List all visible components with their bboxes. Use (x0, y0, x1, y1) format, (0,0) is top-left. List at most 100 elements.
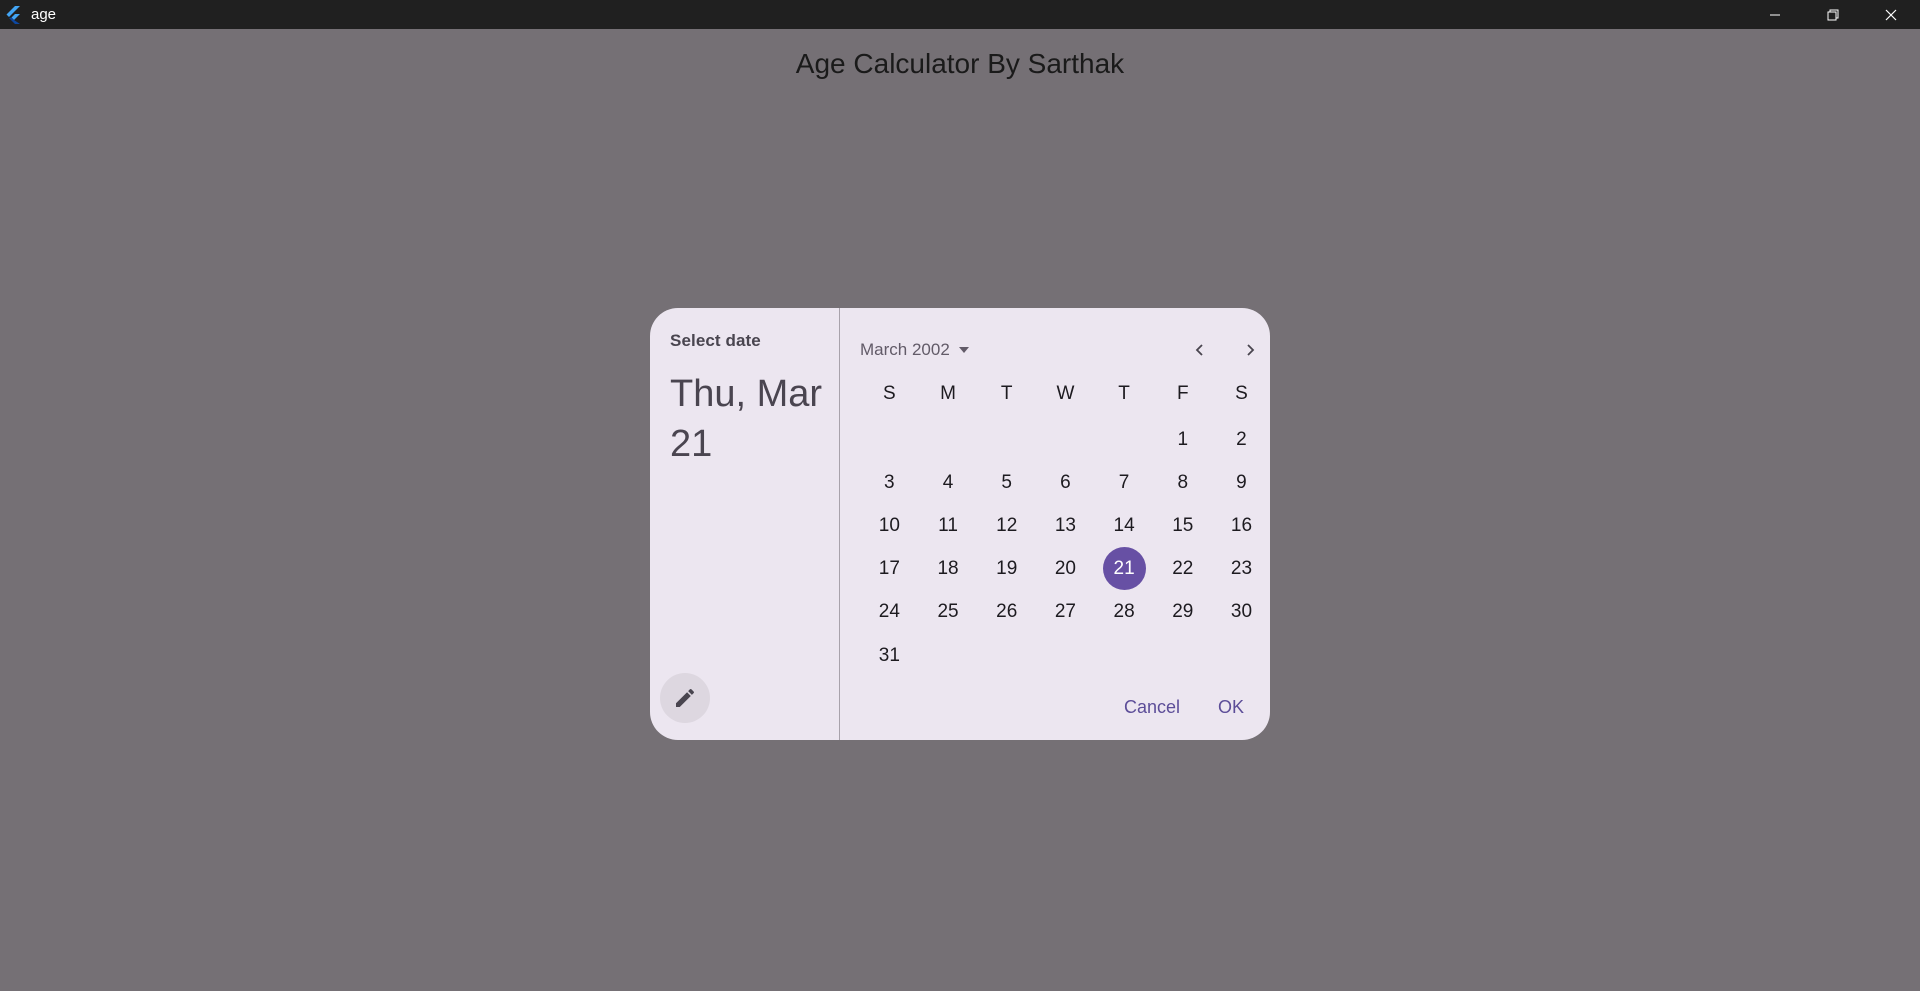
empty-day-cell (1095, 418, 1154, 461)
day-label: 4 (942, 471, 954, 493)
day-button[interactable]: 9 (1212, 461, 1270, 504)
day-label: 15 (1172, 514, 1194, 536)
dialog-actions: Cancel OK (1108, 687, 1270, 728)
day-button[interactable]: 26 (977, 590, 1036, 633)
day-label: 6 (1060, 471, 1071, 493)
day-button[interactable]: 10 (860, 504, 919, 547)
day-label: 19 (996, 557, 1018, 579)
calendar-week-row: 17 18 19 20 21 22 23 (860, 547, 1270, 590)
day-button[interactable]: 5 (977, 461, 1036, 504)
minimize-button[interactable] (1746, 0, 1804, 29)
cancel-button[interactable]: Cancel (1108, 687, 1196, 728)
day-button[interactable]: 31 (860, 634, 919, 677)
day-button[interactable]: 29 (1153, 590, 1212, 633)
empty-day-cell (860, 418, 919, 461)
date-picker-dialog: Select date Thu, Mar 21 March 2002 S M T… (650, 308, 1270, 740)
empty-day-cell (977, 634, 1036, 677)
day-label: 7 (1118, 471, 1130, 493)
month-year-label: March 2002 (860, 340, 950, 359)
day-button[interactable]: 2 (1212, 418, 1270, 461)
day-button[interactable]: 20 (1036, 547, 1095, 590)
day-button[interactable]: 16 (1212, 504, 1270, 547)
day-button[interactable]: 24 (860, 590, 919, 633)
day-button[interactable]: 15 (1153, 504, 1212, 547)
empty-day-cell (1036, 418, 1095, 461)
previous-month-button[interactable] (1180, 330, 1220, 370)
day-button[interactable]: 3 (860, 461, 919, 504)
day-label: 11 (938, 514, 958, 536)
minimize-icon (1770, 14, 1780, 15)
empty-day-cell (919, 418, 978, 461)
day-label: 14 (1113, 514, 1135, 536)
close-icon (1885, 9, 1897, 20)
window-titlebar: age (0, 0, 1920, 29)
day-button[interactable]: 17 (860, 547, 919, 590)
date-picker-header: Select date Thu, Mar 21 (650, 308, 840, 740)
app-heading: Age Calculator By Sarthak (795, 48, 1125, 79)
dialog-help-text: Select date (670, 331, 761, 350)
day-label: 24 (878, 600, 900, 622)
day-button[interactable]: 1 (1153, 418, 1212, 461)
empty-day-cell (1153, 634, 1212, 677)
day-label: 20 (1054, 557, 1076, 579)
day-button[interactable]: 11 (919, 504, 978, 547)
weekday-header-row: SMTWTFS (860, 374, 1270, 414)
calendar-week-row: 3 4 5 6 7 8 9 (860, 461, 1270, 504)
calendar-week-row: 31 (860, 634, 1270, 677)
day-label: 31 (878, 644, 900, 666)
day-button[interactable]: 12 (977, 504, 1036, 547)
day-button[interactable]: 23 (1212, 547, 1270, 590)
month-year-dropdown[interactable]: March 2002 (860, 330, 970, 370)
day-label: 30 (1230, 600, 1253, 622)
close-button[interactable] (1862, 0, 1920, 29)
day-button[interactable]: 28 (1095, 590, 1154, 633)
weekday-label: S (1235, 383, 1248, 404)
day-label: 9 (1236, 471, 1247, 493)
day-label: 13 (1054, 514, 1076, 536)
triangle-down-icon (958, 347, 969, 353)
weekday-label: W (1056, 383, 1075, 404)
day-label: 2 (1236, 428, 1247, 450)
day-label: 17 (878, 557, 900, 579)
day-button[interactable]: 8 (1153, 461, 1212, 504)
window-controls (1746, 0, 1920, 29)
day-button[interactable]: 13 (1036, 504, 1095, 547)
day-label: 22 (1172, 557, 1194, 579)
month-navigation: March 2002 (840, 330, 1270, 370)
day-label: 27 (1054, 600, 1076, 622)
weekday-label: T (1118, 383, 1130, 404)
next-month-button[interactable] (1230, 330, 1270, 370)
calendar-week-row: 10 11 12 13 14 15 16 (860, 504, 1270, 547)
restore-button[interactable] (1804, 0, 1862, 29)
day-button[interactable]: 7 (1095, 461, 1154, 504)
day-button[interactable]: 19 (977, 547, 1036, 590)
day-label: 3 (884, 471, 895, 493)
chevron-right-icon (1247, 344, 1255, 356)
day-button[interactable]: 22 (1153, 547, 1212, 590)
day-button[interactable]: 27 (1036, 590, 1095, 633)
restore-icon (1827, 9, 1839, 20)
switch-to-input-button[interactable] (660, 673, 710, 723)
day-button[interactable]: 25 (919, 590, 978, 633)
day-button[interactable]: 6 (1036, 461, 1095, 504)
day-button[interactable]: 30 (1212, 590, 1270, 633)
day-label: 5 (1001, 471, 1012, 493)
day-button[interactable]: 18 (919, 547, 978, 590)
day-label: 26 (996, 600, 1018, 622)
calendar-week-row: 12 (860, 418, 1270, 461)
day-label: 18 (937, 557, 959, 579)
empty-day-cell (977, 418, 1036, 461)
window-title: age (31, 6, 57, 23)
selected-day-label: 21 (1102, 547, 1146, 590)
calendar-week-row: 24 25 26 27 28 29 30 (860, 590, 1270, 633)
selected-day-button[interactable]: 21 (1095, 547, 1154, 590)
selected-date-headline: Thu, Mar 21 (670, 373, 823, 465)
weekday-label: T (1000, 383, 1013, 404)
day-button[interactable]: 14 (1095, 504, 1154, 547)
weekday-label: M (940, 383, 956, 404)
weekday-label: F (1176, 383, 1189, 404)
ok-button[interactable]: OK (1202, 687, 1260, 728)
day-button[interactable]: 4 (919, 461, 978, 504)
day-label: 23 (1230, 557, 1253, 579)
day-label: 1 (1177, 428, 1189, 450)
